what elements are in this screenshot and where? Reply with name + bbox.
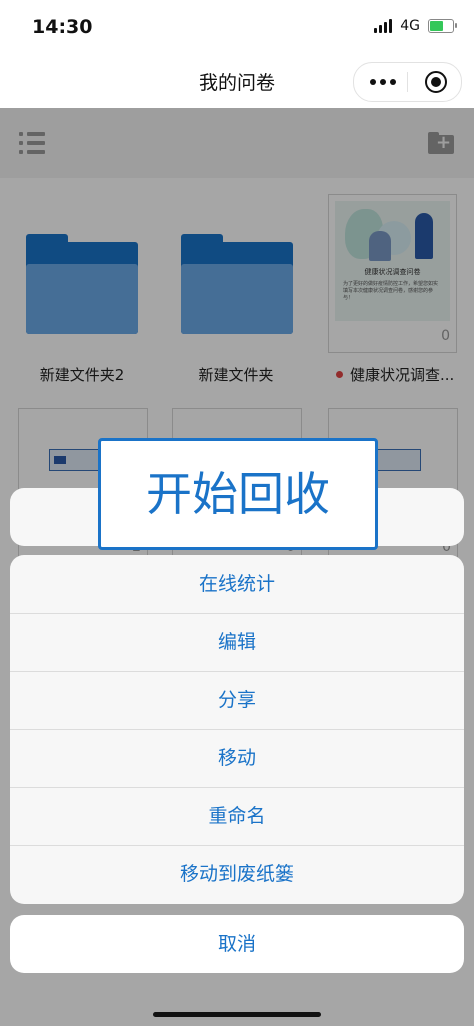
nav-bar: 我的问卷	[0, 56, 474, 108]
status-time: 14:30	[32, 16, 93, 38]
miniprogram-capsule	[353, 62, 462, 102]
status-indicators: 4G	[374, 18, 457, 34]
cancel-button[interactable]: 取消	[10, 915, 464, 973]
status-bar: 14:30 4G	[0, 0, 474, 56]
action-move-to-trash[interactable]: 移动到废纸篓	[10, 845, 464, 903]
action-sheet: 在线统计 编辑 分享 移动 重命名 移动到废纸篓	[10, 555, 464, 904]
action-share[interactable]: 分享	[10, 671, 464, 730]
action-online-stats[interactable]: 在线统计	[10, 555, 464, 614]
start-collection-button[interactable]: 开始回收	[98, 438, 378, 550]
network-label: 4G	[400, 18, 420, 34]
action-move[interactable]: 移动	[10, 729, 464, 788]
battery-icon	[428, 19, 457, 33]
signal-icon	[374, 19, 393, 33]
action-rename[interactable]: 重命名	[10, 787, 464, 846]
home-indicator	[153, 1012, 321, 1017]
action-edit[interactable]: 编辑	[10, 613, 464, 672]
close-miniprogram-icon[interactable]	[425, 71, 447, 93]
more-icon[interactable]	[370, 79, 396, 85]
